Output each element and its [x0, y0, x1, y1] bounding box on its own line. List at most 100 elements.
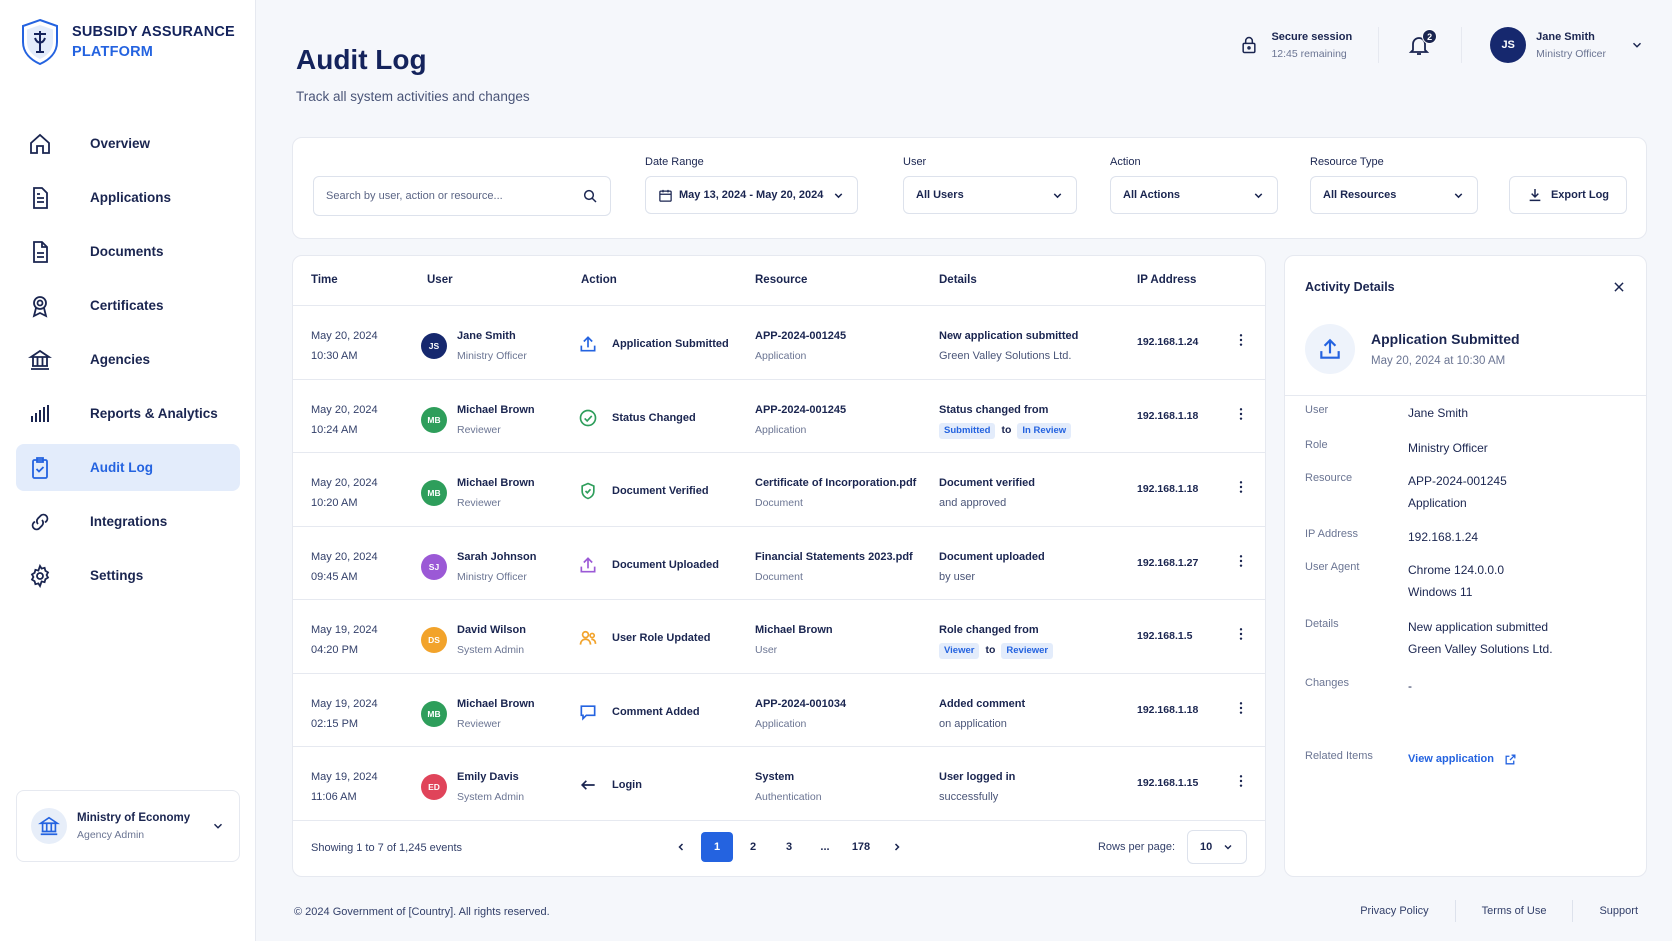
user-role: System Admin — [457, 791, 525, 803]
action-cell: Comment Added — [578, 702, 700, 722]
user-cell: MB Michael Brown Reviewer — [421, 473, 535, 513]
nav-label: Integrations — [90, 514, 168, 529]
sidebar: SUBSIDY ASSURANCE PLATFORM Overview Appl… — [0, 0, 256, 941]
details-cell: Role changed from Viewer to Reviewer — [939, 620, 1054, 660]
table-row[interactable]: May 20, 2024 09:45 AM SJ Sarah Johnson Minis… — [293, 527, 1265, 600]
detail-field: User Agent Chrome 124.0.0.0 Windows 11 — [1305, 559, 1504, 603]
details-cell: User logged in successfully — [939, 767, 1015, 807]
table-row[interactable]: May 19, 2024 11:06 AM ED Emily Davis System … — [293, 747, 1265, 821]
detail-key: IP Address — [1305, 528, 1358, 540]
check-circle-icon — [578, 408, 598, 428]
showing-count: Showing 1 to 7 of 1,245 events — [311, 842, 463, 854]
resource-type: Document — [755, 497, 803, 509]
page-button[interactable]: 178 — [845, 832, 877, 862]
detail-field: Role Ministry Officer — [1305, 437, 1488, 459]
row-actions-button[interactable] — [1233, 479, 1249, 498]
user-role: Ministry Officer — [457, 570, 527, 583]
ip-address: 192.168.1.18 — [1137, 483, 1199, 495]
detail-value: Jane Smith — [1408, 402, 1468, 424]
col-ip-address[interactable]: IP Address — [1137, 274, 1196, 286]
user-menu[interactable]: JS Jane Smith Ministry Officer — [1461, 27, 1644, 63]
row-actions-button[interactable] — [1233, 406, 1249, 425]
row-actions-button[interactable] — [1233, 553, 1249, 572]
chevron-down-icon — [1252, 189, 1265, 202]
detail-key: Resource — [1305, 472, 1353, 484]
detail-key: Changes — [1305, 677, 1350, 689]
search-input[interactable] — [326, 190, 582, 202]
close-icon[interactable] — [1612, 280, 1626, 294]
page-button[interactable]: 3 — [773, 832, 805, 862]
details-cell: New application submitted Green Valley So… — [939, 326, 1078, 366]
col-details[interactable]: Details — [939, 274, 977, 286]
nav-item-certificates[interactable]: Certificates — [16, 282, 240, 329]
comment-icon — [578, 702, 598, 722]
login-icon — [578, 775, 598, 795]
nav-item-reports[interactable]: Reports & Analytics — [16, 390, 240, 437]
clipboard-check-icon — [28, 456, 52, 480]
resource-type: Application — [755, 717, 807, 730]
search-box[interactable] — [313, 176, 611, 216]
table-row[interactable]: May 19, 2024 04:20 PM DS David Wilson System… — [293, 600, 1265, 674]
chevron-right-icon — [894, 843, 900, 851]
resource-type: User — [755, 644, 778, 656]
detail-value-line: Windows 11 — [1408, 585, 1473, 599]
user-name: Sarah Johnson — [457, 550, 537, 563]
resource-cell: Certificate of Incorporation.pdf Document — [755, 473, 916, 513]
detail-value-line: Green Valley Solutions Ltd. — [1408, 642, 1553, 656]
nav-item-overview[interactable]: Overview — [16, 120, 240, 167]
page-button[interactable]: 1 — [701, 832, 733, 862]
next-page-button[interactable] — [881, 832, 913, 862]
table-row[interactable]: May 20, 2024 10:30 AM JS Jane Smith Ministry… — [293, 306, 1265, 380]
table-row[interactable]: May 20, 2024 10:20 AM MB Michael Brown Revie… — [293, 453, 1265, 527]
rows-per-page: Rows per page: 10 — [1098, 830, 1247, 864]
avatar: MB — [421, 406, 447, 433]
nav-item-documents[interactable]: Documents — [16, 228, 240, 275]
notifications-button[interactable]: 2 — [1407, 29, 1438, 57]
col-action[interactable]: Action — [581, 274, 617, 286]
date-range-select[interactable]: May 13, 2024 - May 20, 2024 — [645, 176, 858, 214]
row-actions-button[interactable] — [1233, 332, 1249, 351]
nav-item-audit-log[interactable]: Audit Log — [16, 444, 240, 491]
agency-switcher[interactable]: Ministry of Economy Agency Admin — [16, 790, 240, 862]
user-select[interactable]: All Users — [903, 176, 1077, 214]
nav-item-applications[interactable]: Applications — [16, 174, 240, 221]
action-cell: Document Verified — [578, 481, 709, 501]
activity-details-panel: Activity Details Application Submitted M… — [1284, 255, 1647, 877]
table-row[interactable]: May 20, 2024 10:24 AM MB Michael Brown Revie… — [293, 380, 1265, 453]
export-log-button[interactable]: Export Log — [1509, 176, 1627, 214]
col-resource[interactable]: Resource — [755, 274, 807, 286]
detail-field: Changes - — [1305, 675, 1412, 697]
col-time[interactable]: Time — [311, 274, 338, 286]
support-link[interactable]: Support — [1572, 900, 1638, 922]
resource-cell: Michael Brown User — [755, 620, 833, 660]
terms-of-use-link[interactable]: Terms of Use — [1454, 900, 1573, 922]
nav-item-settings[interactable]: Settings — [16, 552, 240, 599]
view-application-link[interactable]: View application — [1408, 748, 1517, 770]
privacy-policy-link[interactable]: Privacy Policy — [1334, 900, 1454, 922]
resource-type-label: Resource Type — [1310, 156, 1384, 168]
agency-role: Agency Admin — [77, 828, 145, 841]
prev-page-button[interactable] — [665, 832, 697, 862]
col-user[interactable]: User — [427, 274, 453, 286]
nav-item-agencies[interactable]: Agencies — [16, 336, 240, 383]
page-title: Audit Log — [296, 44, 427, 75]
resource-type: Application — [755, 350, 807, 362]
upload-icon — [1305, 324, 1355, 374]
brand[interactable]: SUBSIDY ASSURANCE PLATFORM — [20, 18, 235, 66]
nav-item-integrations[interactable]: Integrations — [16, 498, 240, 545]
table-row[interactable]: May 19, 2024 02:15 PM MB Michael Brown Revie… — [293, 674, 1265, 747]
resource-type-select[interactable]: All Resources — [1310, 176, 1478, 214]
session-remaining: 12:45 remaining — [1271, 47, 1347, 60]
row-actions-button[interactable] — [1233, 626, 1249, 645]
action-select[interactable]: All Actions — [1110, 176, 1278, 214]
bank-icon — [28, 348, 52, 372]
user-cell: MB Michael Brown Reviewer — [421, 694, 535, 734]
time-cell: May 19, 2024 11:06 AM — [311, 767, 378, 807]
search-icon[interactable] — [582, 188, 598, 204]
page-button[interactable]: 2 — [737, 832, 769, 862]
detail-extra: by user — [939, 570, 976, 583]
rows-per-page-select[interactable]: 10 — [1187, 830, 1247, 864]
row-actions-button[interactable] — [1233, 773, 1249, 792]
event-time: 10:30 AM — [311, 350, 358, 362]
row-actions-button[interactable] — [1233, 700, 1249, 719]
